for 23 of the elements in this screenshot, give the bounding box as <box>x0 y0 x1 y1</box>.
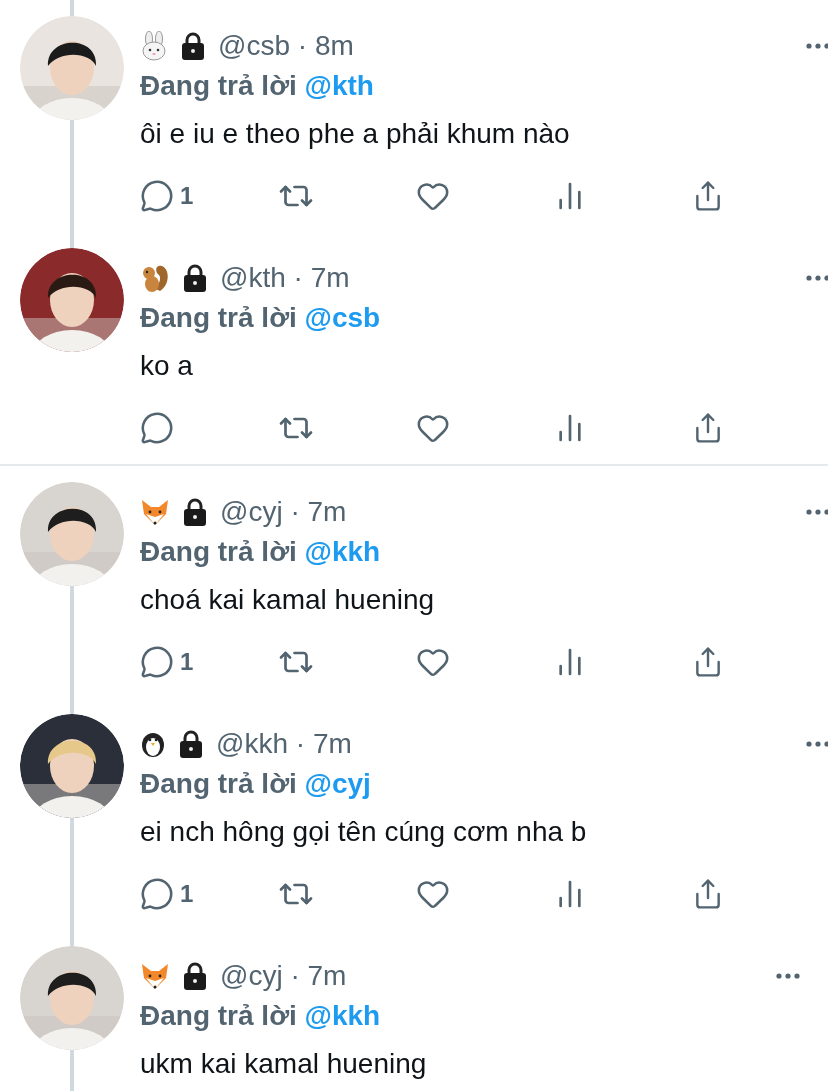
reply-to-text: Đang trả lời @kkh <box>140 999 382 1033</box>
tweet-text: ôi e iu e theo phe a phải khum nào <box>140 117 571 151</box>
reply-to-text: Đang trả lời @kth <box>140 69 375 103</box>
reply-count: 1 <box>180 181 194 211</box>
reply-to-text: Đang trả lời @cyj <box>140 767 372 801</box>
reply-to-text: Đang trả lời @kkh <box>140 535 382 569</box>
tweet-text: choá kai kamal huening <box>140 583 436 617</box>
tweet-text: ei nch hông gọi tên cúng cơm nha b <box>140 815 588 849</box>
handle-time: @cyj · 7m <box>220 495 347 529</box>
handle-time: @csb · 8m <box>218 29 354 63</box>
reply-count: 1 <box>180 879 194 909</box>
handle-time: @kkh · 7m <box>216 727 352 761</box>
mention-link[interactable]: @cyj <box>304 768 371 799</box>
handle-time: @kth · 7m <box>220 261 350 295</box>
mention-link[interactable]: @kkh <box>304 536 381 567</box>
handle-time: @cyj · 7m <box>220 959 347 993</box>
mention-link[interactable]: @csb <box>304 302 381 333</box>
mention-link[interactable]: @kth <box>304 70 374 101</box>
reply-to-text: Đang trả lời @csb <box>140 301 382 335</box>
mention-link[interactable]: @kkh <box>304 1000 381 1031</box>
tweet-text: ko a <box>140 349 194 383</box>
reply-count: 1 <box>180 647 194 677</box>
tweet-text: ukm kai kamal huening <box>140 1047 428 1081</box>
